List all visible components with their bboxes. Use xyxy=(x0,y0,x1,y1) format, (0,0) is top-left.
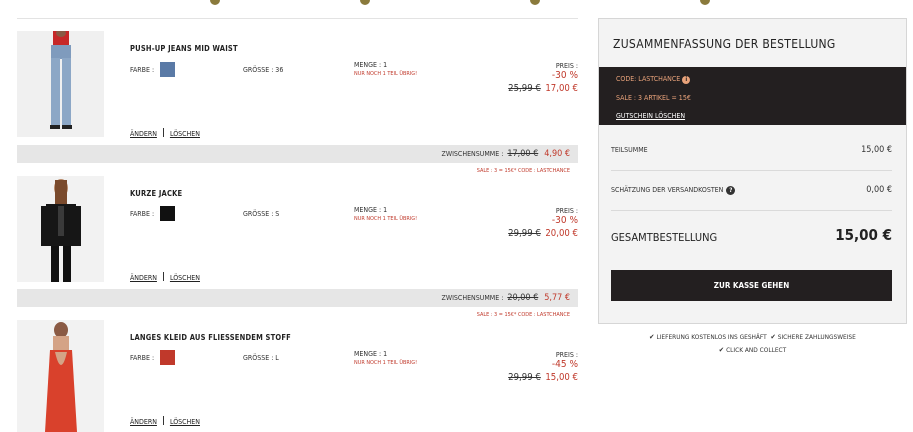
step-dot xyxy=(700,0,710,5)
size-label: GRÖSSE : S xyxy=(243,210,280,218)
delete-link[interactable]: LÖSCHEN xyxy=(170,274,200,282)
subtotal-bar: ZWISCHENSUMME :20,00 € 5,77 € xyxy=(17,289,578,307)
dress-model-photo-icon xyxy=(17,320,104,432)
subtotal-label: TEILSUMME xyxy=(611,146,648,154)
product-name[interactable]: PUSH-UP JEANS MID WAIST xyxy=(130,44,238,53)
delete-link[interactable]: LÖSCHEN xyxy=(170,418,200,426)
stock-warning: NUR NOCH 1 TEIL ÜBRIG! xyxy=(354,360,418,366)
quantity-label: MENGE : 1 xyxy=(354,206,388,214)
price-block: PREIS : -45 % 29,99 € 15,00 € xyxy=(488,350,578,383)
subtotal-bar: ZWISCHENSUMME :17,00 € 4,90 € xyxy=(17,145,578,163)
subtotal-old: 20,00 € xyxy=(507,293,539,303)
perk-click-collect: CLICK AND COLLECT xyxy=(726,346,787,354)
step-dot xyxy=(360,0,370,5)
summary-divider xyxy=(611,210,892,211)
summary-title: ZUSAMMENFASSUNG DER BESTELLUNG xyxy=(613,37,836,51)
action-separator xyxy=(162,128,164,137)
total-label: GESAMTBESTELLUNG xyxy=(611,231,718,244)
shipping-row: SCHÄTZUNG DER VERSANDKOSTEN? 0,00 € xyxy=(611,185,892,195)
total-value: 15,00 € xyxy=(835,226,892,244)
price-block: PREIS : -30 % 29,99 € 20,00 € xyxy=(488,206,578,239)
old-price: 29,99 € xyxy=(508,372,541,383)
check-icon: ✔ xyxy=(649,333,655,341)
discount-badge: -45 % xyxy=(551,359,578,370)
subtotal-row: TEILSUMME 15,00 € xyxy=(611,145,892,155)
perks-line-1: ✔ LIEFERUNG KOSTENLOS INS GESHÄFT ✔ SICHER… xyxy=(598,333,907,341)
promo-note: SALE : 3 = 15€* CODE : LASTCHANCE xyxy=(476,168,570,174)
discount-badge: -30 % xyxy=(551,215,578,226)
cart-item: KURZE JACKE FARBE : GRÖSSE : S MENGE : 1… xyxy=(17,176,578,284)
stock-warning: NUR NOCH 1 TEIL ÜBRIG! xyxy=(354,71,418,77)
quantity-label: MENGE : 1 xyxy=(354,350,388,358)
discount-badge: -30 % xyxy=(551,70,578,81)
remove-coupon-link[interactable]: GUTSCHEIN LÖSCHEN xyxy=(616,112,685,120)
step-dot xyxy=(210,0,220,5)
coupon-code-text: CODE: LASTCHANCE xyxy=(616,75,681,83)
item-actions: ÄNDERN LÖSCHEN xyxy=(130,416,200,426)
coupon-code: CODE: LASTCHANCE i xyxy=(616,75,691,84)
delete-link[interactable]: LÖSCHEN xyxy=(170,130,200,138)
action-separator xyxy=(162,272,164,281)
product-image[interactable] xyxy=(17,320,104,432)
coupon-sale: SALE : 3 ARTIKEL = 15€ xyxy=(616,94,691,102)
action-separator xyxy=(162,416,164,425)
quantity-label: MENGE : 1 xyxy=(354,61,388,69)
coupon-box: CODE: LASTCHANCE i SALE : 3 ARTIKEL = 15€… xyxy=(599,67,906,125)
subtotal-old: 17,00 € xyxy=(507,149,539,159)
old-price: 29,99 € xyxy=(508,228,541,239)
product-name[interactable]: LANGES KLEID AUS FLIESSENDEM STOFF xyxy=(130,333,291,342)
cart-item: LANGES KLEID AUS FLIESSENDEM STOFF FARBE… xyxy=(17,320,578,432)
shipping-label: SCHÄTZUNG DER VERSANDKOSTEN xyxy=(611,186,724,194)
product-image[interactable] xyxy=(17,31,104,137)
jacket-model-photo-icon xyxy=(17,176,104,282)
subtotal-label: ZWISCHENSUMME : xyxy=(441,294,504,302)
new-price: 20,00 € xyxy=(545,228,578,239)
shipping-value: 0,00 € xyxy=(866,185,892,195)
quantity-info: MENGE : 1 NUR NOCH 1 TEIL ÜBRIG! xyxy=(354,350,417,368)
product-name[interactable]: KURZE JACKE xyxy=(130,189,182,198)
item-actions: ÄNDERN LÖSCHEN xyxy=(130,272,200,282)
perk-free-delivery: LIEFERUNG KOSTENLOS INS GESHÄFT xyxy=(656,333,767,341)
edit-link[interactable]: ÄNDERN xyxy=(130,418,157,426)
promo-note: SALE : 3 = 15€* CODE : LASTCHANCE xyxy=(476,312,570,318)
quantity-info: MENGE : 1 NUR NOCH 1 TEIL ÜBRIG! xyxy=(354,206,417,224)
subtotal-value: 15,00 € xyxy=(861,145,892,155)
help-icon[interactable]: ? xyxy=(726,186,736,195)
checkout-button[interactable]: ZUR KASSE GEHEN xyxy=(611,270,892,301)
product-image[interactable] xyxy=(17,176,104,282)
quantity-info: MENGE : 1 NUR NOCH 1 TEIL ÜBRIG! xyxy=(354,61,417,79)
perks-line-2: ✔ CLICK AND COLLECT xyxy=(598,346,907,354)
color-label: FARBE : xyxy=(130,354,155,362)
color-label: FARBE : xyxy=(130,66,155,74)
jeans-model-photo-icon xyxy=(17,31,104,137)
subtotal-new: 5,77 € xyxy=(544,293,570,303)
item-actions: ÄNDERN LÖSCHEN xyxy=(130,128,200,138)
size-label: GRÖSSE : L xyxy=(243,354,279,362)
new-price: 15,00 € xyxy=(545,372,578,383)
perk-secure-payment: SICHERE ZAHLUNGSWEISE xyxy=(777,333,856,341)
step-dot xyxy=(530,0,540,5)
new-price: 17,00 € xyxy=(545,83,578,94)
stock-warning: NUR NOCH 1 TEIL ÜBRIG! xyxy=(354,216,418,222)
color-label: FARBE : xyxy=(130,210,155,218)
subtotal-text: ZWISCHENSUMME :20,00 € 5,77 € xyxy=(442,293,570,303)
subtotal-label: ZWISCHENSUMME : xyxy=(441,150,504,158)
color-swatch xyxy=(160,350,175,365)
order-summary: ZUSAMMENFASSUNG DER BESTELLUNG CODE: LAS… xyxy=(598,18,907,324)
color-swatch xyxy=(160,206,175,221)
top-divider xyxy=(17,18,578,19)
edit-link[interactable]: ÄNDERN xyxy=(130,274,157,282)
edit-link[interactable]: ÄNDERN xyxy=(130,130,157,138)
summary-divider xyxy=(611,170,892,171)
old-price: 25,99 € xyxy=(508,83,541,94)
subtotal-new: 4,90 € xyxy=(544,149,570,159)
cart-item: PUSH-UP JEANS MID WAIST FARBE : GRÖSSE :… xyxy=(17,31,578,139)
price-block: PREIS : -30 % 25,99 € 17,00 € xyxy=(488,61,578,94)
info-icon[interactable]: i xyxy=(682,76,691,84)
check-icon: ✔ xyxy=(718,346,725,354)
subtotal-text: ZWISCHENSUMME :17,00 € 4,90 € xyxy=(442,149,570,159)
color-swatch xyxy=(160,62,175,77)
size-label: GRÖSSE : 36 xyxy=(243,66,284,74)
check-icon: ✔ xyxy=(770,333,776,341)
